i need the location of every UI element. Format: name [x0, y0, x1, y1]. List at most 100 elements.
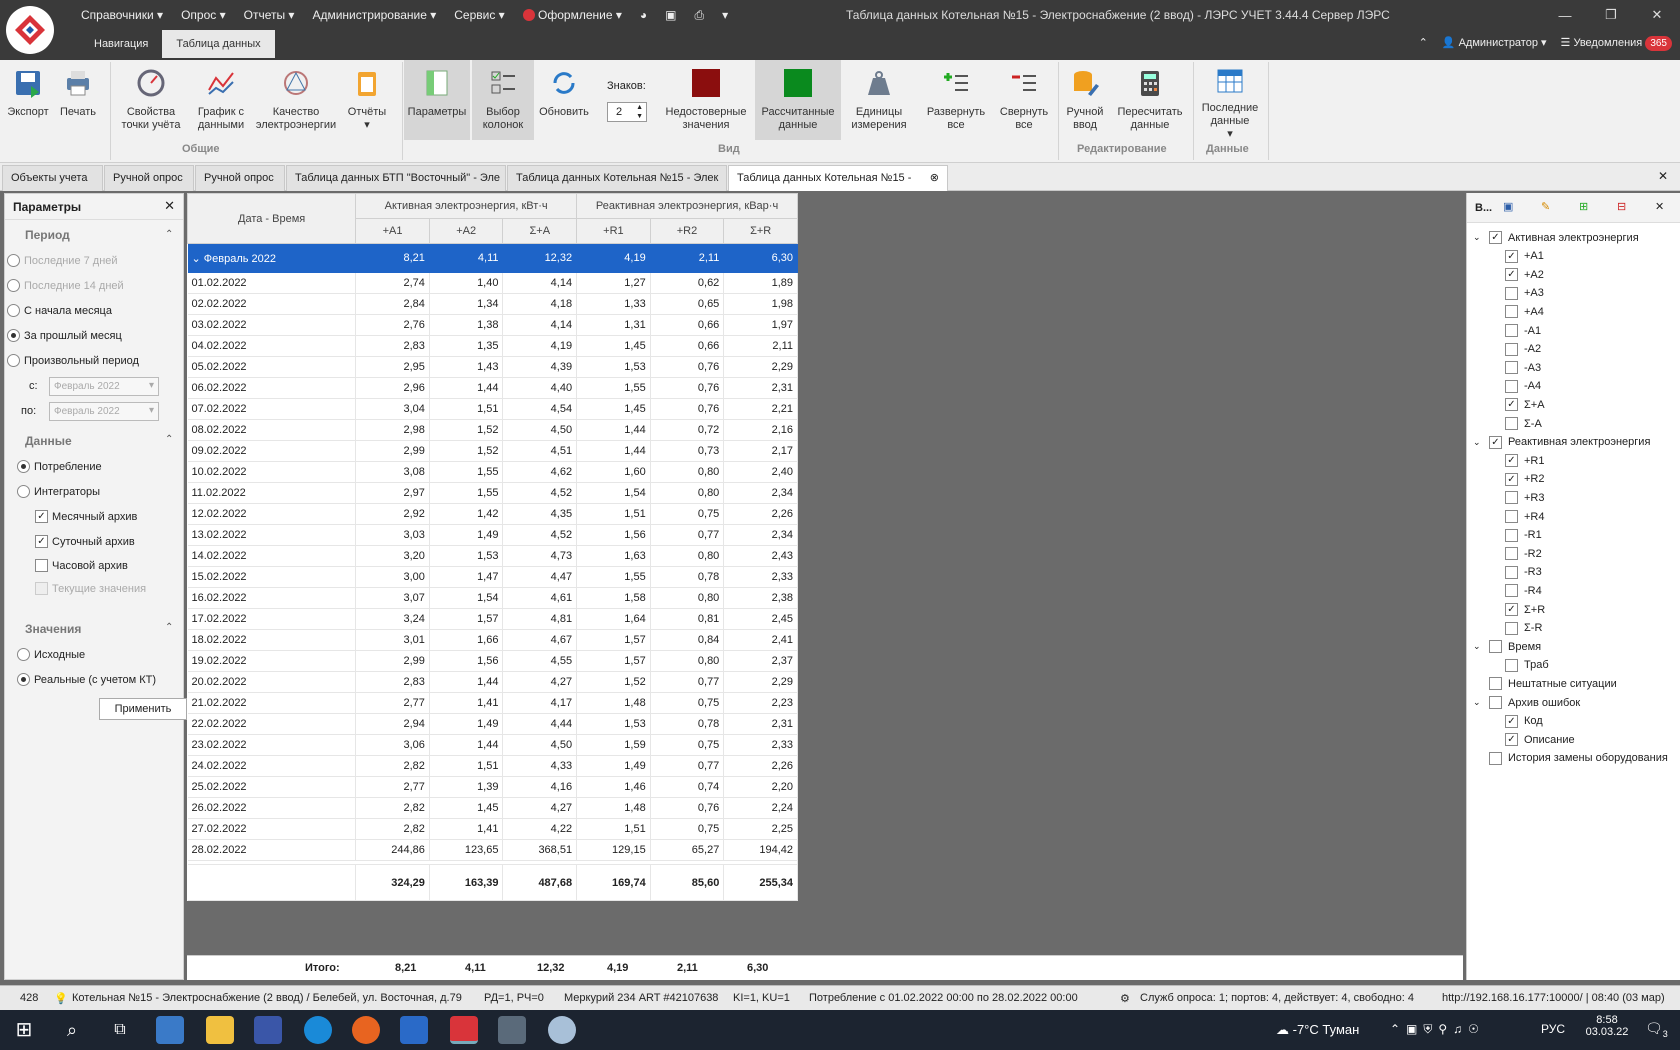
folder-icon[interactable]	[206, 1016, 234, 1044]
units-button[interactable]: Единицы измерения	[843, 60, 915, 140]
palette-icon[interactable]: ◕	[631, 6, 656, 25]
row-date-cell[interactable]: 26.02.2022	[187, 797, 357, 819]
column-option[interactable]: -A1	[1505, 324, 1541, 337]
doc-tab-objects[interactable]: Объекты учета	[2, 165, 103, 191]
row-value-cell[interactable]: 1,89	[723, 272, 798, 294]
row-value-cell[interactable]: 1,51	[429, 755, 504, 777]
tab-navigation[interactable]: Навигация	[80, 30, 162, 58]
row-date-cell[interactable]: 19.02.2022	[187, 650, 357, 672]
menu-servis[interactable]: Сервис ▾	[445, 6, 513, 25]
row-value-cell[interactable]: 2,40	[723, 461, 798, 483]
doc-tab-kotelnaya-1[interactable]: Таблица данных Котельная №15 - Элек	[507, 165, 727, 191]
row-value-cell[interactable]: 4,61	[502, 587, 578, 609]
tray-icons[interactable]: ⌃▣⛨⚲♫☉	[1390, 1022, 1485, 1037]
notification-center-icon[interactable]: 🗨3	[1645, 1020, 1668, 1039]
table-row[interactable]: 02.02.2022 2,84 1,34 4,18 1,33 0,65 1,98	[187, 293, 798, 315]
digits-spinner[interactable]: 2 ▲ ▼	[607, 102, 647, 122]
row-value-cell[interactable]: 2,34	[723, 482, 798, 504]
row-value-cell[interactable]: 2,29	[723, 671, 798, 693]
row-value-cell[interactable]: 1,45	[429, 797, 504, 819]
row-value-cell[interactable]: 2,77	[355, 776, 430, 798]
table-row[interactable]: 09.02.2022 2,99 1,52 4,51 1,44 0,73 2,17	[187, 440, 798, 462]
row-value-cell[interactable]: 2,37	[723, 650, 798, 672]
row-value-cell[interactable]: 4,18	[502, 293, 578, 315]
table-row[interactable]: 18.02.2022 3,01 1,66 4,67 1,57 0,84 2,41	[187, 629, 798, 651]
row-value-cell[interactable]: 4,52	[502, 482, 578, 504]
row-date-cell[interactable]: 22.02.2022	[187, 713, 357, 735]
row-value-cell[interactable]: 1,98	[723, 293, 798, 315]
period-last-month[interactable]: За прошлый месяц	[7, 329, 122, 342]
row-value-cell[interactable]: 0,75	[650, 734, 725, 756]
column-checkbox[interactable]	[1505, 379, 1518, 393]
expand-all-button[interactable]: Развернуть все	[920, 60, 992, 140]
table-row[interactable]: 08.02.2022 2,98 1,52 4,50 1,44 0,72 2,16	[187, 419, 798, 441]
menu-oformlenie[interactable]: Оформление ▾	[514, 6, 631, 25]
column-option[interactable]: ⌄ Время	[1473, 640, 1541, 654]
row-date-cell[interactable]: 04.02.2022	[187, 335, 357, 357]
column-checkbox[interactable]	[1489, 696, 1502, 709]
table-row[interactable]: 14.02.2022 3,20 1,53 4,73 1,63 0,80 2,43	[187, 545, 798, 567]
column-checkbox[interactable]	[1505, 658, 1518, 672]
column-option[interactable]: -R3	[1505, 565, 1542, 579]
row-value-cell[interactable]: 3,07	[355, 587, 430, 609]
column-checkbox[interactable]: ✓	[1505, 268, 1518, 282]
row-value-cell[interactable]: 1,48	[576, 797, 651, 819]
column-option[interactable]: -R2	[1505, 547, 1542, 561]
row-value-cell[interactable]: 1,44	[576, 419, 651, 441]
row-value-cell[interactable]: 1,53	[429, 545, 504, 567]
row-value-cell[interactable]: 2,31	[723, 713, 798, 735]
table-row[interactable]: 07.02.2022 3,04 1,51 4,54 1,45 0,76 2,21	[187, 398, 798, 420]
row-value-cell[interactable]: 3,01	[355, 629, 430, 651]
row-date-cell[interactable]: 10.02.2022	[187, 461, 357, 483]
header-datetime[interactable]: Дата - Время	[186, 193, 357, 244]
row-value-cell[interactable]: 4,27	[502, 671, 578, 693]
col-header-5[interactable]: +R2	[649, 218, 725, 244]
row-value-cell[interactable]: 4,40	[502, 377, 578, 399]
row-value-cell[interactable]: 2,29	[723, 356, 798, 378]
row-value-cell[interactable]: 1,27	[576, 272, 651, 294]
row-date-cell[interactable]: 27.02.2022	[187, 818, 357, 840]
column-checkbox[interactable]	[1505, 342, 1518, 356]
table-row[interactable]: 17.02.2022 3,24 1,57 4,81 1,64 0,81 2,45	[187, 608, 798, 630]
row-date-cell[interactable]: 12.02.2022	[187, 503, 357, 525]
row-value-cell[interactable]: 368,51	[502, 839, 578, 861]
row-value-cell[interactable]: 2,83	[355, 671, 430, 693]
row-value-cell[interactable]: 1,52	[429, 440, 504, 462]
row-value-cell[interactable]: 1,44	[429, 377, 504, 399]
point-properties-button[interactable]: Свойства точки учёта	[114, 60, 188, 140]
row-value-cell[interactable]: 1,53	[576, 713, 651, 735]
row-value-cell[interactable]: 1,45	[576, 335, 651, 357]
print-button[interactable]: Печать	[56, 60, 100, 140]
column-checkbox[interactable]	[1489, 751, 1502, 765]
row-value-cell[interactable]: 0,62	[650, 272, 725, 294]
row-value-cell[interactable]: 1,53	[576, 356, 651, 378]
row-value-cell[interactable]: 1,54	[576, 482, 651, 504]
row-date-cell[interactable]: 18.02.2022	[187, 629, 357, 651]
column-checkbox[interactable]: ✓	[1505, 454, 1518, 468]
table-row[interactable]: 28.02.2022 244,86 123,65 368,51 129,15 65,27 1…	[187, 839, 798, 861]
column-checkbox[interactable]: ✓	[1505, 398, 1518, 412]
row-value-cell[interactable]: 4,81	[502, 608, 578, 630]
edit-layout-icon[interactable]: ✎	[1541, 200, 1550, 213]
archive-current[interactable]: Текущие значения	[35, 582, 146, 595]
row-value-cell[interactable]: 0,77	[650, 755, 725, 777]
column-option[interactable]: ✓ Код	[1505, 714, 1543, 728]
row-value-cell[interactable]: 1,51	[429, 398, 504, 420]
period-custom[interactable]: Произвольный период	[7, 354, 139, 367]
row-value-cell[interactable]: 2,94	[355, 713, 430, 735]
row-value-cell[interactable]: 1,33	[576, 293, 651, 315]
column-option[interactable]: ✓ Σ+A	[1505, 398, 1545, 412]
row-value-cell[interactable]: 1,44	[429, 671, 504, 693]
row-value-cell[interactable]: 2,43	[723, 545, 798, 567]
column-option[interactable]: ✓ Описание	[1505, 733, 1575, 747]
period-14-days[interactable]: Последние 14 дней	[7, 279, 124, 292]
group-cell[interactable]: 2,11	[650, 243, 725, 273]
column-checkbox[interactable]	[1505, 547, 1518, 561]
row-date-cell[interactable]: 09.02.2022	[187, 440, 357, 462]
row-value-cell[interactable]: 1,47	[429, 566, 504, 588]
column-option[interactable]: ✓ +R2	[1505, 472, 1545, 486]
task-view-icon[interactable]: ⧉	[106, 1016, 134, 1044]
column-checkbox[interactable]	[1505, 491, 1518, 505]
search-icon[interactable]: ⌕	[58, 1016, 86, 1044]
row-value-cell[interactable]: 3,20	[355, 545, 430, 567]
